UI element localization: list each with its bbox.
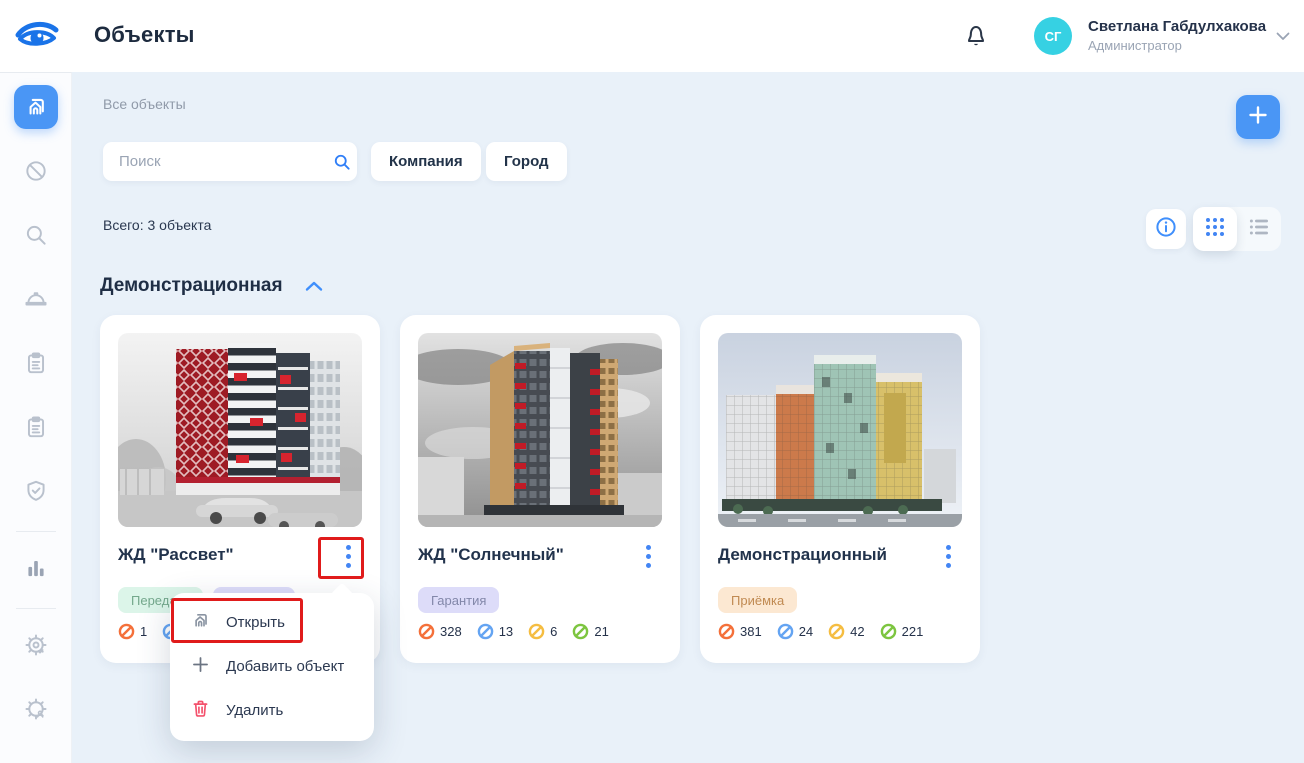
menu-item-label: Открыть	[226, 614, 285, 631]
stat-blue: 24	[777, 623, 813, 640]
stat-green: 221	[880, 623, 924, 640]
menu-item-label: Добавить объект	[226, 658, 344, 675]
sidebar-item-helmet[interactable]	[0, 269, 72, 333]
defect-stats-row: 381 24 42 221	[718, 623, 923, 640]
search-box	[103, 142, 357, 181]
sidebar-item-search[interactable]	[0, 205, 72, 269]
filter-company-button[interactable]: Компания	[371, 142, 481, 181]
stage-badge: Приёмка	[718, 587, 797, 613]
stage-badge: Гарантия	[418, 587, 499, 613]
filter-city-button[interactable]: Город	[486, 142, 567, 181]
sidebar-item-settings-user[interactable]	[0, 679, 72, 743]
notifications-button[interactable]	[960, 20, 992, 52]
stat-yellow: 6	[528, 623, 557, 640]
stat-green: 21	[572, 623, 608, 640]
stat-yellow: 42	[828, 623, 864, 640]
kebab-menu-button[interactable]	[934, 541, 962, 571]
defect-stats-row: 328 13 6 21	[418, 623, 609, 640]
section-header: Демонстрационная	[100, 275, 323, 297]
breadcrumb: Все объекты	[103, 96, 186, 112]
plus-icon	[1247, 104, 1269, 131]
menu-item-delete[interactable]: Удалить	[170, 688, 374, 732]
chevron-up-icon[interactable]	[305, 281, 323, 292]
plus-icon	[190, 654, 211, 679]
sidebar-item-clipboard-2[interactable]	[0, 397, 72, 461]
stat-blue: 13	[477, 623, 513, 640]
object-title: ЖД "Рассвет"	[118, 545, 328, 565]
sidebar	[0, 72, 72, 763]
stat-orange: 328	[418, 623, 462, 640]
object-title: Демонстрационный	[718, 545, 928, 565]
sidebar-item-objects[interactable]	[0, 73, 72, 141]
bar-chart-icon	[23, 555, 49, 586]
object-card-demo[interactable]: Демонстрационный Приёмка 381 24 42	[700, 315, 980, 663]
user-menu-chevron-down-icon[interactable]	[1276, 28, 1290, 46]
bell-icon	[963, 20, 989, 53]
trash-icon	[190, 698, 211, 723]
list-view-button[interactable]	[1237, 207, 1281, 251]
app-header: Объекты СГ Светлана Габдулхакова Админис…	[0, 0, 1304, 72]
add-object-button[interactable]	[1236, 95, 1280, 139]
eye-logo-icon	[13, 13, 61, 60]
view-toggle	[1193, 207, 1281, 251]
kebab-menu-button[interactable]	[634, 541, 662, 571]
sidebar-item-settings-check[interactable]	[0, 615, 72, 679]
sidebar-item-ban[interactable]	[0, 141, 72, 205]
object-photo	[118, 333, 362, 527]
user-role: Администратор	[1088, 38, 1268, 53]
section-title: Демонстрационная	[100, 275, 283, 297]
user-avatar[interactable]: СГ	[1034, 17, 1072, 55]
stat-orange: 381	[718, 623, 762, 640]
info-button[interactable]	[1146, 209, 1186, 249]
menu-item-add-object[interactable]: Добавить объект	[170, 644, 374, 688]
sidebar-item-clipboard[interactable]	[0, 333, 72, 397]
grid-view-button[interactable]	[1193, 207, 1237, 251]
building-icon	[14, 85, 58, 129]
sidebar-item-analytics[interactable]	[0, 538, 72, 602]
search-icon[interactable]	[326, 152, 357, 172]
user-info[interactable]: Светлана Габдулхакова Администратор	[1088, 18, 1268, 53]
object-title: ЖД "Солнечный"	[418, 545, 628, 565]
app-logo[interactable]	[12, 14, 62, 58]
clipboard-icon-2	[23, 414, 49, 445]
helmet-icon	[23, 286, 49, 317]
context-menu: Открыть Добавить объект Удалить	[170, 593, 374, 741]
ban-icon	[23, 158, 49, 189]
stat-orange: 1	[118, 623, 147, 640]
search-icon	[23, 222, 49, 253]
menu-item-label: Удалить	[226, 702, 283, 719]
badge-row: Приёмка	[718, 587, 797, 613]
object-photo	[418, 333, 662, 527]
gear-user-icon	[23, 696, 49, 727]
list-view-icon	[1248, 216, 1270, 243]
gear-check-icon	[23, 632, 49, 663]
page-title: Объекты	[94, 22, 195, 48]
sidebar-item-shield[interactable]	[0, 461, 72, 525]
sidebar-divider-2	[16, 608, 56, 609]
info-icon	[1154, 215, 1178, 244]
sidebar-divider	[16, 531, 56, 532]
grid-view-icon	[1204, 216, 1226, 243]
search-input[interactable]	[103, 153, 326, 170]
objects-total-count: Всего: 3 объекта	[103, 217, 211, 233]
badge-row: Гарантия	[418, 587, 499, 613]
kebab-menu-button[interactable]	[334, 541, 362, 571]
user-name: Светлана Габдулхакова	[1088, 18, 1268, 35]
home-icon	[190, 610, 211, 635]
object-card-solnechny[interactable]: ЖД "Солнечный" Гарантия 328 13 6	[400, 315, 680, 663]
clipboard-icon	[23, 350, 49, 381]
shield-check-icon	[23, 478, 49, 509]
menu-item-open[interactable]: Открыть	[170, 600, 374, 644]
object-photo	[718, 333, 962, 527]
